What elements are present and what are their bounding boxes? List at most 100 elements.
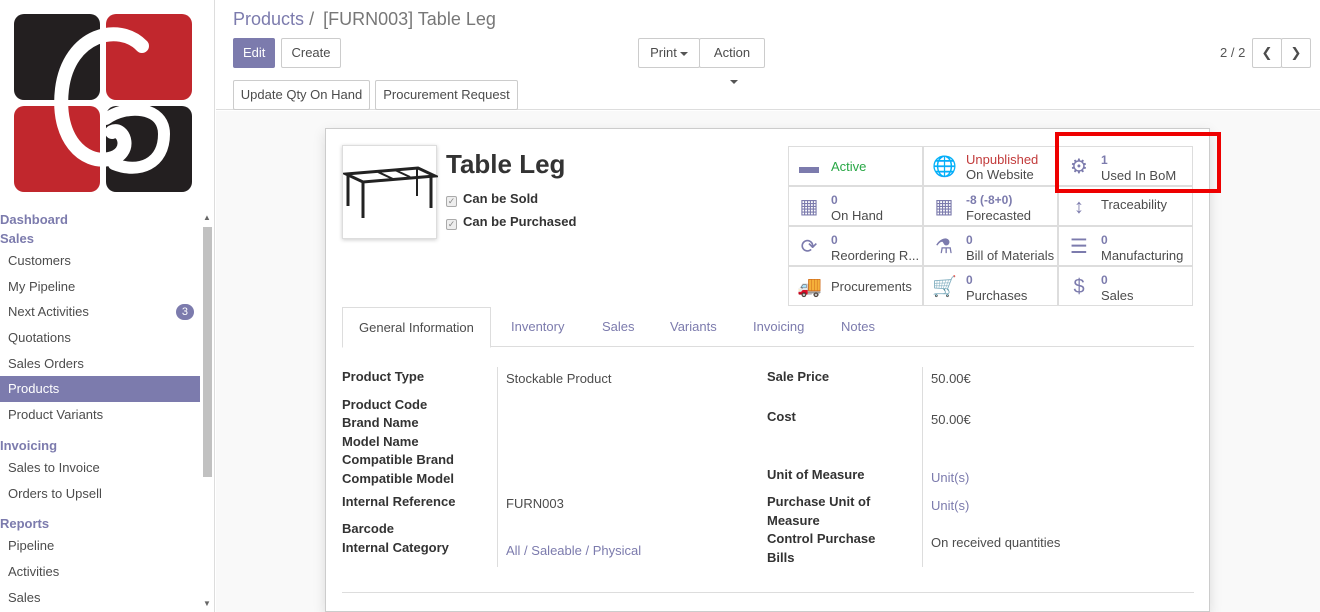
print-dropdown[interactable]: Print: [638, 38, 700, 68]
bill-of-materials-button[interactable]: ⚗ 0 Bill of Materials: [923, 226, 1058, 266]
menu-section-dashboard[interactable]: Dashboard: [0, 210, 200, 229]
on-hand-label: On Hand: [831, 208, 884, 223]
tab-general-information[interactable]: General Information: [342, 307, 491, 348]
can-be-purchased-checkbox[interactable]: ✓ Can be Purchased: [446, 214, 576, 230]
globe-icon: 🌐: [932, 156, 957, 178]
menu-item-sales-orders[interactable]: Sales Orders: [0, 351, 200, 377]
menu-item-pipeline[interactable]: Pipeline: [0, 533, 200, 559]
manufacturing-label: Manufacturing: [1101, 248, 1184, 263]
breadcrumb-current: [FURN003] Table Leg: [323, 9, 496, 29]
pager-next-button[interactable]: ❯: [1281, 38, 1311, 68]
pager-value[interactable]: 2 / 2: [1220, 45, 1245, 60]
flask-icon: ⚗: [935, 236, 953, 258]
vertical-arrows-icon: ↕: [1074, 196, 1084, 218]
tab-inventory[interactable]: Inventory: [495, 307, 580, 348]
bom-materials-label: Bill of Materials: [966, 248, 1055, 263]
breadcrumb-separator: /: [309, 9, 315, 29]
shopping-cart-icon: 🛒: [932, 276, 957, 298]
website-publish-button[interactable]: 🌐 Unpublished On Website: [923, 146, 1058, 186]
cost-field[interactable]: 50.00€: [931, 412, 971, 427]
menu-section-reports[interactable]: Reports: [0, 514, 200, 533]
reordering-rules-button[interactable]: ⟳ 0 Reordering R...: [788, 226, 923, 266]
chevron-left-icon: ❮: [1261, 45, 1273, 60]
sales-count: 0: [1101, 273, 1108, 287]
chevron-down-icon: [679, 51, 688, 56]
breadcrumb-parent[interactable]: Products: [233, 9, 304, 29]
scroll-down-icon[interactable]: ▼: [203, 599, 211, 608]
tab-variants[interactable]: Variants: [654, 307, 733, 348]
purchase-uom-field[interactable]: Unit(s): [931, 498, 969, 513]
tab-notes[interactable]: Notes: [825, 307, 891, 348]
pager-previous-button[interactable]: ❮: [1252, 38, 1282, 68]
menu-section-sales[interactable]: Sales: [0, 229, 200, 248]
purchases-button[interactable]: 🛒 0 Purchases: [923, 266, 1058, 306]
menu-item-customers[interactable]: Customers: [0, 248, 200, 274]
uom-field[interactable]: Unit(s): [931, 470, 969, 485]
forecasted-button[interactable]: ▦ -8 (-8+0) Forecasted: [923, 186, 1058, 226]
product-type-label: Product Type: [342, 369, 425, 384]
menu-section-invoicing[interactable]: Invoicing: [0, 436, 200, 455]
manufacturing-text: 0 Manufacturing: [1101, 232, 1193, 263]
tab-sales[interactable]: Sales: [586, 307, 651, 348]
refresh-icon: ⟳: [800, 236, 818, 258]
internal-category-label: Internal Category: [342, 540, 449, 555]
website-status-line1: Unpublished: [966, 152, 1039, 167]
procurements-label: Procurements: [831, 279, 912, 294]
menu-item-activities[interactable]: Activities: [0, 559, 200, 585]
app-menu: Dashboard Sales Customers My Pipeline Ne…: [0, 210, 200, 610]
on-hand-text: 0 On Hand: [831, 192, 923, 223]
checkbox-label: Can be Sold: [463, 191, 539, 206]
product-image[interactable]: [340, 145, 441, 239]
menu-item-sales-report[interactable]: Sales: [0, 585, 200, 611]
menu-item-sales-to-invoice[interactable]: Sales to Invoice: [0, 455, 200, 481]
sales-button[interactable]: $ 0 Sales: [1058, 266, 1193, 306]
company-logo[interactable]: [14, 14, 192, 192]
dollar-icon: $: [1073, 276, 1085, 298]
menu-item-product-variants[interactable]: Product Variants: [0, 402, 200, 428]
traceability-label: Traceability: [1101, 197, 1167, 212]
action-dropdown[interactable]: Action: [699, 38, 765, 84]
menu-item-next-activities[interactable]: Next Activities 3: [0, 299, 200, 325]
highlight-box: [1055, 132, 1221, 193]
can-be-sold-checkbox[interactable]: ✓ Can be Sold: [446, 191, 538, 207]
reordering-label: Reordering R...: [831, 248, 920, 263]
field-divider: [497, 367, 498, 567]
update-qty-button[interactable]: Update Qty On Hand: [233, 80, 370, 110]
menu-item-orders-to-upsell[interactable]: Orders to Upsell: [0, 481, 200, 507]
tab-invoicing[interactable]: Invoicing: [737, 307, 820, 348]
internal-category-field[interactable]: All / Saleable / Physical: [506, 543, 641, 558]
forecasted-label: Forecasted: [966, 208, 1032, 223]
checkbox-label: Can be Purchased: [463, 214, 577, 229]
cost-label: Cost: [767, 409, 796, 424]
on-hand-button[interactable]: ▦ 0 On Hand: [788, 186, 923, 226]
manufacturing-button[interactable]: ☰ 0 Manufacturing: [1058, 226, 1193, 266]
active-toggle-button[interactable]: ▬ Active: [788, 146, 923, 186]
reordering-count: 0: [831, 233, 838, 247]
product-name[interactable]: Table Leg: [446, 149, 565, 180]
internal-reference-field[interactable]: FURN003: [506, 496, 564, 511]
sale-price-field[interactable]: 50.00€: [931, 371, 971, 386]
breadcrumb: Products / [FURN003] Table Leg: [233, 9, 496, 30]
sidebar-scrollbar[interactable]: ▲ ▼: [202, 213, 212, 612]
edit-button[interactable]: Edit: [233, 38, 275, 68]
chevron-down-icon: [729, 79, 738, 84]
create-button[interactable]: Create: [281, 38, 341, 68]
menu-item-my-pipeline[interactable]: My Pipeline: [0, 274, 200, 300]
purchases-text: 0 Purchases: [966, 272, 1058, 303]
menu-item-quotations[interactable]: Quotations: [0, 325, 200, 351]
product-form-sheet: Table Leg ✓ Can be Sold ✓ Can be Purchased…: [325, 128, 1210, 612]
menu-item-label: Next Activities: [8, 304, 89, 320]
scroll-up-icon[interactable]: ▲: [203, 213, 211, 222]
procurements-button[interactable]: 🚚 Procurements: [788, 266, 923, 306]
purchases-count: 0: [966, 273, 973, 287]
notebook-tabs: General Information Inventory Sales Vari…: [342, 307, 1194, 348]
menu-item-products[interactable]: Products: [0, 376, 200, 403]
manufacturing-count: 0: [1101, 233, 1108, 247]
bom-materials-count: 0: [966, 233, 973, 247]
sales-text: 0 Sales: [1101, 272, 1193, 303]
checkbox-checked-icon: ✓: [446, 219, 457, 230]
control-purchase-field[interactable]: On received quantities: [931, 535, 1060, 550]
product-type-field[interactable]: Stockable Product: [506, 371, 612, 386]
procurement-request-button[interactable]: Procurement Request: [375, 80, 518, 110]
scrollbar-thumb[interactable]: [203, 227, 212, 477]
